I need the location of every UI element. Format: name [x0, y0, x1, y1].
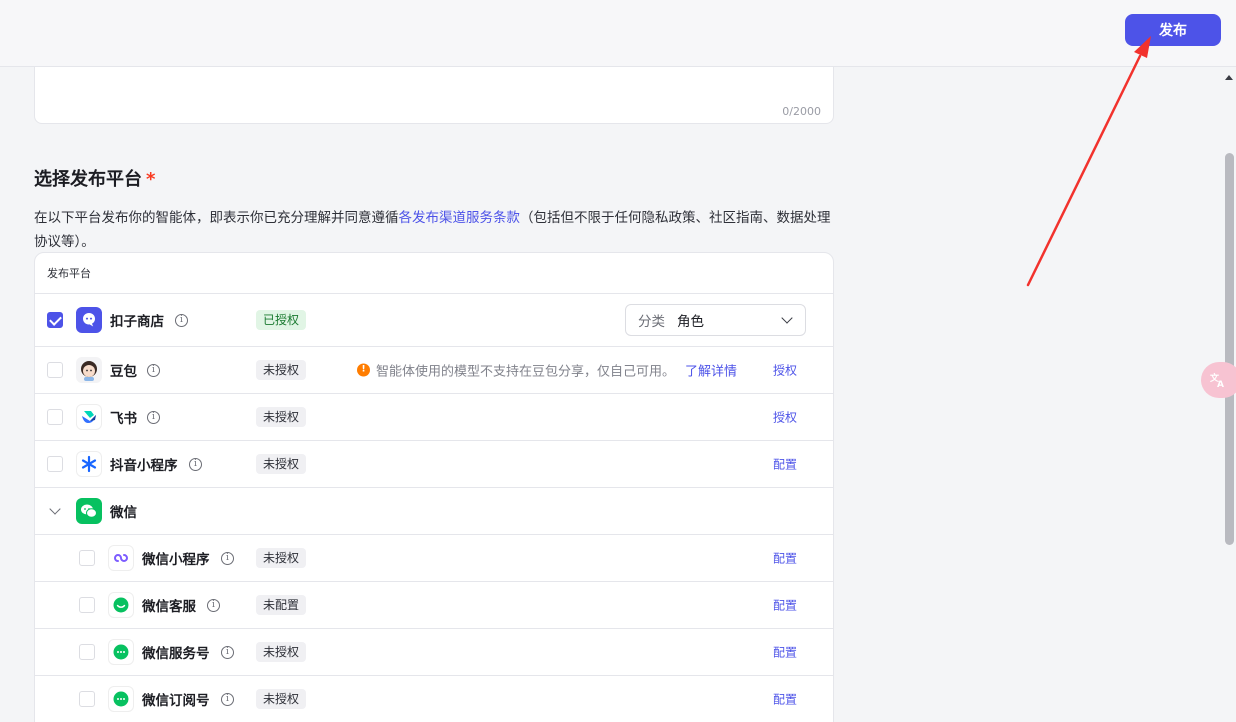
wx-service-account-logo-icon — [108, 639, 134, 665]
douyin-miniapp-logo-icon — [76, 451, 102, 477]
status-badge: 未授权 — [256, 548, 307, 568]
status-badge: 未授权 — [256, 642, 307, 662]
wx-service-account-configure-link[interactable]: 配置 — [773, 644, 797, 661]
info-icon[interactable]: i — [189, 458, 202, 471]
info-icon[interactable]: i — [147, 364, 160, 377]
wx-miniprogram-name: 微信小程序 — [142, 552, 210, 568]
info-icon[interactable]: i — [221, 693, 234, 706]
status-badge: 未授权 — [256, 689, 307, 709]
feishu-logo-icon — [76, 404, 102, 430]
info-icon[interactable]: i — [221, 646, 234, 659]
status-badge: 已授权 — [256, 310, 307, 330]
required-mark: * — [146, 169, 156, 190]
platform-row-kouzi: 扣子商店 i 已授权 分类 角色 — [35, 294, 833, 347]
warning-text: 智能体使用的模型不支持在豆包分享，仅自己可用。 — [376, 364, 676, 380]
wx-subscription-name: 微信订阅号 — [142, 693, 210, 709]
wx-subscription-checkbox[interactable] — [79, 691, 95, 707]
doubao-warning: ! 智能体使用的模型不支持在豆包分享，仅自己可用。 了解详情 — [357, 361, 737, 380]
doubao-logo-icon — [76, 357, 102, 383]
section-title-text: 选择发布平台 — [34, 169, 142, 190]
info-icon[interactable]: i — [175, 314, 188, 327]
platform-row-wx-service-account: 微信服务号 i 未授权 配置 — [35, 629, 833, 676]
douyin-checkbox[interactable] — [47, 456, 63, 472]
doubao-checkbox[interactable] — [47, 362, 63, 378]
terms-prefix: 在以下平台发布你的智能体，即表示你已充分理解并同意遵循 — [34, 210, 399, 226]
chevron-down-icon[interactable] — [49, 503, 61, 515]
status-badge: 未授权 — [256, 360, 307, 380]
wx-miniprogram-configure-link[interactable]: 配置 — [773, 550, 797, 567]
wx-service-account-name: 微信服务号 — [142, 646, 210, 662]
info-icon[interactable]: i — [207, 599, 220, 612]
status-badge: 未授权 — [256, 454, 307, 474]
learn-more-link[interactable]: 了解详情 — [685, 361, 737, 380]
wx-customer-service-name: 微信客服 — [142, 599, 196, 615]
feishu-checkbox[interactable] — [47, 409, 63, 425]
platform-group-wechat[interactable]: 微信 — [35, 488, 833, 535]
wx-service-account-checkbox[interactable] — [79, 644, 95, 660]
scrollbar-thumb[interactable] — [1225, 153, 1234, 545]
status-badge: 未授权 — [256, 407, 307, 427]
category-select-value: 角色 — [677, 314, 704, 330]
wx-customer-service-logo-icon — [108, 592, 134, 618]
doubao-name: 豆包 — [110, 364, 137, 380]
wx-miniprogram-checkbox[interactable] — [79, 550, 95, 566]
doubao-authorize-link[interactable]: 授权 — [773, 362, 797, 379]
platform-table: 发布平台 扣子商店 i 已授权 分类 角色 豆包 i 未授权 ! 智能体使用的模… — [34, 252, 834, 722]
terms-description: 在以下平台发布你的智能体，即表示你已充分理解并同意遵循各发布渠道服务条款（包括但… — [34, 206, 834, 254]
category-select-label: 分类 — [638, 314, 665, 330]
douyin-name: 抖音小程序 — [110, 458, 178, 474]
svg-text:A: A — [1217, 380, 1224, 389]
kouzi-logo-icon — [76, 307, 102, 333]
wechat-logo-icon — [76, 498, 102, 524]
kouzi-checkbox[interactable] — [47, 312, 63, 328]
wx-customer-service-configure-link[interactable]: 配置 — [773, 597, 797, 614]
publish-button[interactable]: 发布 — [1125, 14, 1221, 46]
chevron-down-icon — [781, 312, 793, 324]
wx-miniprogram-logo-icon — [108, 545, 134, 571]
status-badge: 未配置 — [256, 595, 307, 615]
terms-link[interactable]: 各发布渠道服务条款 — [399, 210, 521, 226]
info-icon[interactable]: i — [221, 552, 234, 565]
kouzi-name: 扣子商店 — [110, 314, 164, 330]
wechat-group-name: 微信 — [110, 505, 137, 521]
feishu-authorize-link[interactable]: 授权 — [773, 409, 797, 426]
section-title: 选择发布平台 * — [34, 165, 155, 191]
platform-row-wx-customer-service: 微信客服 i 未配置 配置 — [35, 582, 833, 629]
top-bar: 发布 — [0, 0, 1236, 67]
platform-row-douyin: 抖音小程序 i 未授权 配置 — [35, 441, 833, 488]
platform-row-wx-miniprogram: 微信小程序 i 未授权 配置 — [35, 535, 833, 582]
wx-customer-service-checkbox[interactable] — [79, 597, 95, 613]
description-textarea[interactable]: 0/2000 — [34, 67, 834, 124]
platform-row-wx-subscription: 微信订阅号 i 未授权 配置 — [35, 676, 833, 722]
feishu-name: 飞书 — [110, 411, 137, 427]
warning-icon: ! — [357, 363, 370, 377]
wx-subscription-logo-icon — [108, 686, 134, 712]
wx-subscription-configure-link[interactable]: 配置 — [773, 691, 797, 708]
platform-row-doubao: 豆包 i 未授权 ! 智能体使用的模型不支持在豆包分享，仅自己可用。 了解详情 … — [35, 347, 833, 394]
platform-row-feishu: 飞书 i 未授权 授权 — [35, 394, 833, 441]
main-content: 0/2000 选择发布平台 * 在以下平台发布你的智能体，即表示你已充分理解并同意… — [0, 67, 1222, 722]
translate-icon[interactable]: 文A — [1201, 362, 1236, 398]
table-header: 发布平台 — [35, 253, 833, 294]
category-select[interactable]: 分类 角色 — [625, 304, 806, 336]
char-count: 0/2000 — [782, 105, 821, 118]
scroll-up-arrow-icon[interactable] — [1225, 75, 1233, 80]
douyin-configure-link[interactable]: 配置 — [773, 456, 797, 473]
info-icon[interactable]: i — [147, 411, 160, 424]
